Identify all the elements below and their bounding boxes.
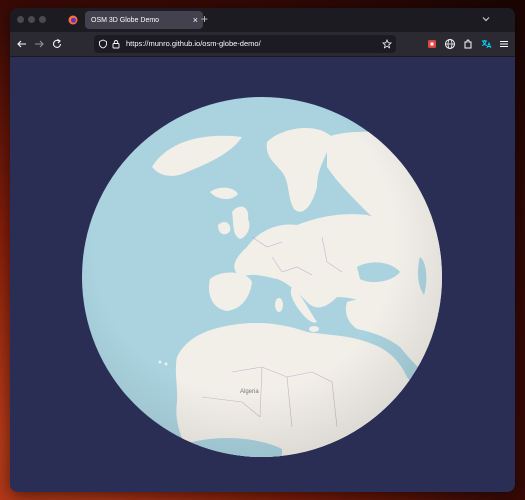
tab-title: OSM 3D Globe Demo: [91, 16, 160, 24]
algeria-label: Algeria: [240, 389, 259, 395]
address-bar[interactable]: https://munro.github.io/osm-globe-demo/: [94, 35, 396, 53]
bookmark-star-icon[interactable]: [382, 39, 392, 49]
tab-bar: OSM 3D Globe Demo × +: [10, 8, 515, 32]
firefox-icon[interactable]: [68, 15, 78, 25]
extension-icon[interactable]: [426, 38, 438, 50]
extensions-puzzle-icon[interactable]: [462, 38, 474, 50]
osm-3d-globe[interactable]: Algeria: [82, 97, 442, 457]
minimize-window-button[interactable]: [28, 16, 35, 23]
maximize-window-button[interactable]: [39, 16, 46, 23]
new-tab-button[interactable]: +: [201, 11, 208, 27]
globe-icon[interactable]: [444, 38, 456, 50]
back-arrow-icon[interactable]: [16, 38, 28, 50]
tab-osm-globe[interactable]: OSM 3D Globe Demo ×: [85, 11, 203, 29]
url-text[interactable]: https://munro.github.io/osm-globe-demo/: [126, 39, 261, 48]
translate-icon[interactable]: [480, 38, 492, 50]
reload-icon[interactable]: [51, 38, 63, 50]
navigation-toolbar: https://munro.github.io/osm-globe-demo/: [10, 32, 515, 57]
tab-close-icon[interactable]: ×: [193, 14, 198, 26]
lock-icon[interactable]: [111, 39, 121, 49]
shield-icon[interactable]: [98, 39, 108, 49]
page-content: Algeria: [10, 57, 515, 492]
close-window-button[interactable]: [17, 16, 24, 23]
chevron-down-icon[interactable]: [481, 14, 491, 24]
browser-window: OSM 3D Globe Demo × + https://munro.gith…: [10, 8, 515, 492]
forward-arrow-icon[interactable]: [33, 38, 45, 50]
hamburger-menu-icon[interactable]: [498, 38, 510, 50]
